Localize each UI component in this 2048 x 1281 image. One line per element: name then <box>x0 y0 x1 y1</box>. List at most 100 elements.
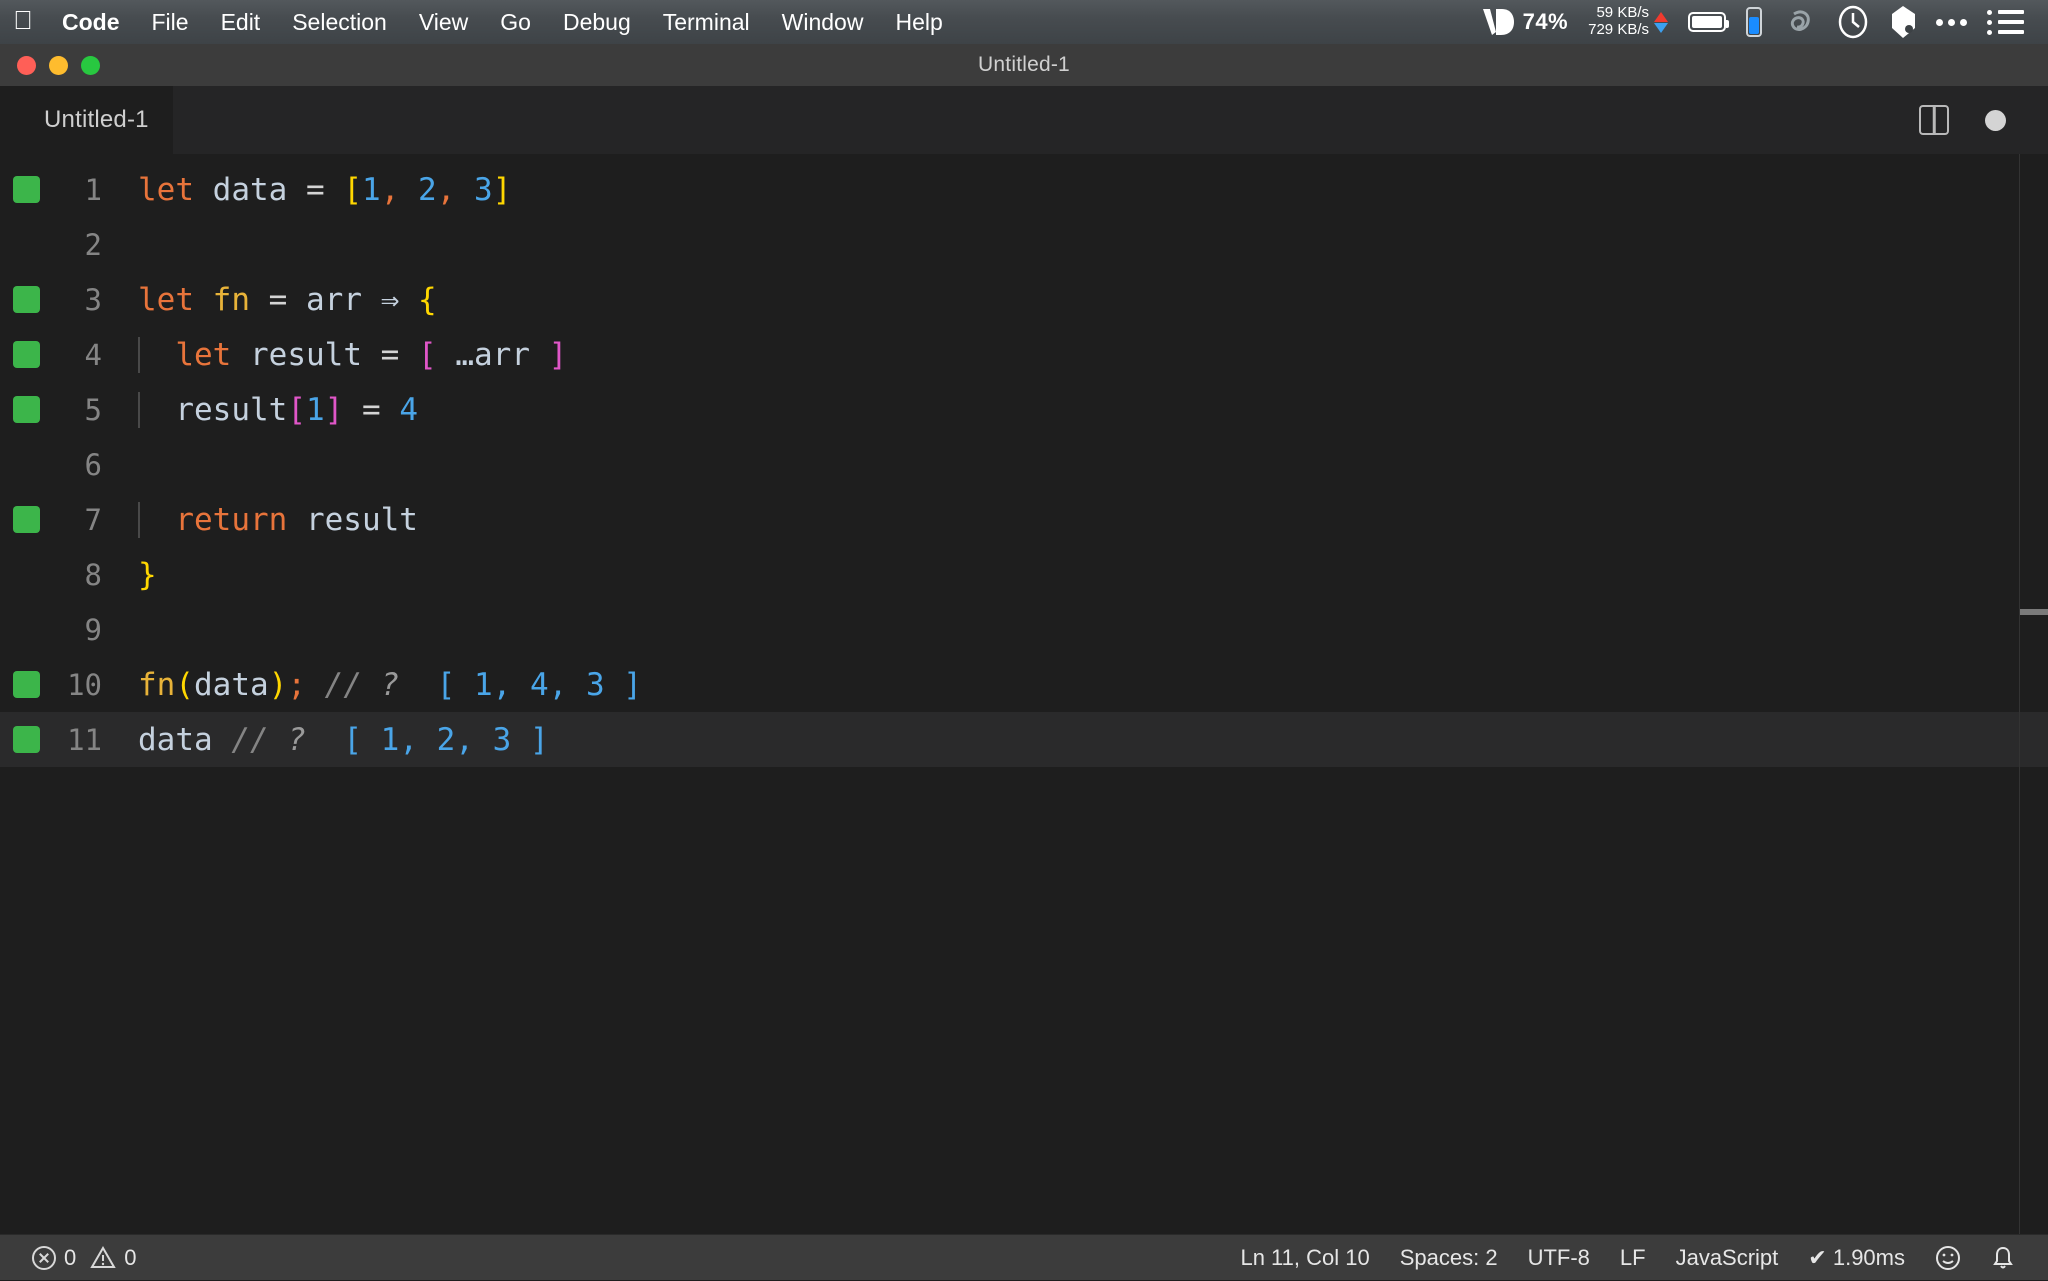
line-content: let fn = arr ⇒ { <box>130 282 2048 318</box>
code-token: ? <box>380 666 400 703</box>
code-line[interactable]: 1 let data = [1, 2, 3] <box>0 162 2048 217</box>
code-token: = <box>380 336 400 373</box>
breakpoint-marker[interactable] <box>13 726 40 753</box>
dropbox-icon <box>1892 6 1915 38</box>
battery-status-icon-wrap[interactable] <box>1678 0 1736 44</box>
line-content: return result <box>130 501 2048 538</box>
file-encoding[interactable]: UTF-8 <box>1513 1235 1605 1281</box>
code-line[interactable]: 10 fn(data); // ? [ 1, 4, 3 ] <box>0 657 2048 712</box>
notifications-button[interactable] <box>1976 1235 2030 1281</box>
maximize-window-button[interactable] <box>81 55 100 75</box>
line-content: result[1] = 4 <box>130 391 2048 428</box>
quokka-runtime[interactable]: ✔ 1.90ms <box>1793 1235 1920 1281</box>
menu-item-window[interactable]: Window <box>766 0 880 44</box>
code-token: = <box>306 171 325 208</box>
menu-item-help[interactable]: Help <box>879 0 958 44</box>
status-bar-left: 0 0 <box>18 1235 151 1281</box>
loop-status-icon-wrap[interactable] <box>1772 0 1826 44</box>
menu-item-view[interactable]: View <box>403 0 484 44</box>
code-token: data <box>212 171 288 208</box>
code-token: [ <box>418 336 437 373</box>
indent-guide <box>138 391 140 428</box>
code-token: = <box>362 391 381 428</box>
editor-tab-bar: Untitled-1 <box>0 86 2048 154</box>
breakpoint-marker[interactable] <box>13 176 40 203</box>
tab-untitled-1[interactable]: Untitled-1 <box>0 86 173 154</box>
breakpoint-marker[interactable] <box>13 506 40 533</box>
code-token: ] <box>324 391 344 428</box>
unsaved-dot-icon[interactable] <box>1985 109 2006 131</box>
breakpoint-marker[interactable] <box>13 341 40 368</box>
feedback-button[interactable] <box>1920 1235 1976 1281</box>
list-icon <box>1987 9 2024 35</box>
indentation-setting[interactable]: Spaces: 2 <box>1385 1235 1513 1281</box>
line-content: data // ? [ 1, 2, 3 ] <box>130 722 2048 758</box>
menu-item-code[interactable]: Code <box>46 0 136 44</box>
breakpoint-marker[interactable] <box>13 671 40 698</box>
menu-item-terminal[interactable]: Terminal <box>647 0 766 44</box>
code-line[interactable]: 5 result[1] = 4 <box>0 382 2048 437</box>
menu-bar-items:  Code File Edit Selection View Go Debug… <box>0 0 959 44</box>
tab-label: Untitled-1 <box>44 106 149 133</box>
menu-item-go[interactable]: Go <box>484 0 547 44</box>
phone-status-icon-wrap[interactable] <box>1736 0 1772 44</box>
error-circle-icon <box>32 1245 56 1270</box>
code-editor[interactable]: 1 let data = [1, 2, 3] 2 3 let fn = arr ⇒ {4… <box>0 154 2048 1234</box>
clock-status-icon-wrap[interactable] <box>1826 0 1880 44</box>
breakpoint-marker[interactable] <box>13 396 40 423</box>
code-line[interactable]: 9 <box>0 602 2048 657</box>
code-token: let <box>138 281 194 318</box>
code-line[interactable]: 3 let fn = arr ⇒ { <box>0 272 2048 327</box>
cursor-position[interactable]: Ln 11, Col 10 <box>1225 1235 1384 1281</box>
vd-battery-status[interactable]: 74% <box>1471 0 1579 44</box>
warning-count: 0 <box>124 1244 137 1270</box>
code-line[interactable]: 2 <box>0 217 2048 272</box>
language-mode[interactable]: JavaScript <box>1661 1235 1794 1281</box>
menu-overflow-button[interactable] <box>1926 0 1977 44</box>
apple-logo-icon[interactable]:  <box>0 7 46 37</box>
problems-indicator[interactable]: 0 0 <box>18 1235 151 1281</box>
editor-scrollbar-track[interactable] <box>2019 154 2020 1234</box>
control-center-button[interactable] <box>1977 0 2034 44</box>
code-line[interactable]: 6 <box>0 437 2048 492</box>
breakpoint-marker[interactable] <box>13 286 40 313</box>
dropbox-status-icon-wrap[interactable] <box>1880 0 1926 44</box>
minimize-window-button[interactable] <box>49 55 68 75</box>
menu-item-edit[interactable]: Edit <box>205 0 277 44</box>
code-line[interactable]: 7 return result <box>0 492 2048 547</box>
line-number: 9 <box>84 612 102 647</box>
code-lines: 1 let data = [1, 2, 3] 2 3 let fn = arr ⇒ {4… <box>0 154 2048 767</box>
editor-scrollbar-marker[interactable] <box>2020 609 2048 615</box>
network-speed-indicator[interactable]: 59 KB/s 729 KB/s <box>1578 0 1678 44</box>
code-line[interactable]: 8} <box>0 547 2048 602</box>
menu-item-file[interactable]: File <box>136 0 205 44</box>
indent-guide <box>138 501 140 538</box>
end-of-line-sequence[interactable]: LF <box>1605 1235 1661 1281</box>
split-editor-icon[interactable] <box>1919 105 1949 135</box>
window-traffic-lights <box>17 55 100 75</box>
download-arrow-icon <box>1654 22 1668 33</box>
line-number: 8 <box>84 557 102 592</box>
code-token: arr <box>306 281 363 318</box>
line-number: 2 <box>84 227 102 262</box>
menu-item-debug[interactable]: Debug <box>547 0 647 44</box>
code-token: 1 <box>362 171 381 208</box>
bell-icon <box>1993 1246 2013 1268</box>
menu-bar-status-icons: 74% 59 KB/s 729 KB/s <box>1471 0 2034 44</box>
close-window-button[interactable] <box>17 55 36 75</box>
menu-item-selection[interactable]: Selection <box>276 0 403 44</box>
code-token: let <box>175 336 232 373</box>
code-line[interactable]: 11 data // ? [ 1, 2, 3 ] <box>0 712 2048 767</box>
code-line[interactable]: 4 let result = [ …arr ] <box>0 327 2048 382</box>
